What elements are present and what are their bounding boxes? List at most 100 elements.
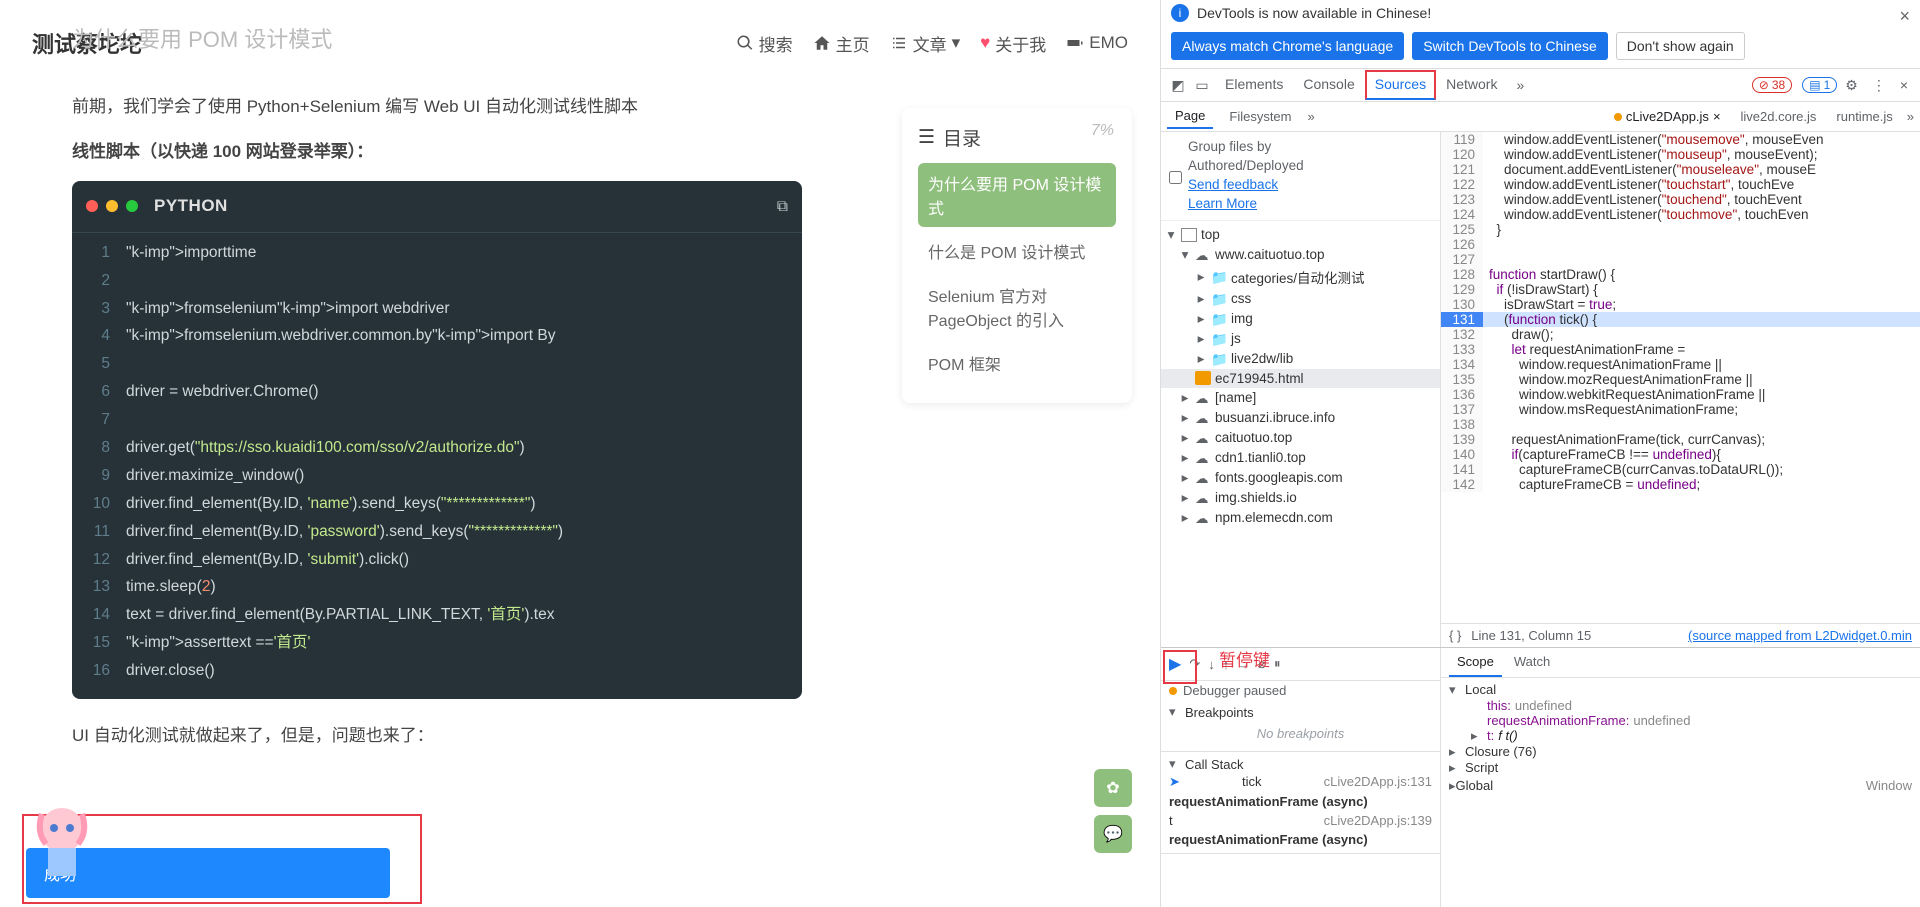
filetree-folder[interactable]: ▸img [1161, 309, 1440, 329]
filetree-cloud[interactable]: ▸busuanzi.ibruce.info [1161, 408, 1440, 428]
inspect-icon[interactable]: ◩ [1167, 77, 1189, 94]
source-line[interactable]: 141 captureFrameCB(currCanvas.toDataURL(… [1441, 462, 1920, 477]
errors-badge[interactable]: ⊘ 38 [1752, 77, 1792, 93]
tab-scope[interactable]: Scope [1449, 648, 1502, 677]
open-file-tab[interactable]: cLive2DApp.js × [1608, 107, 1727, 126]
always-match-button[interactable]: Always match Chrome's language [1171, 32, 1404, 60]
filetree-file[interactable]: ec719945.html [1161, 369, 1440, 388]
subtab-overflow-icon[interactable]: » [1308, 109, 1315, 124]
toc-item[interactable]: Selenium 官方对 PageObject 的引入 [918, 275, 1116, 339]
filetree-cloud[interactable]: ▸cdn1.tianli0.top [1161, 448, 1440, 468]
devtools-tab-network[interactable]: Network [1436, 70, 1507, 100]
source-line[interactable]: 135 window.mozRequestAnimationFrame || [1441, 372, 1920, 387]
subtab-page[interactable]: Page [1167, 104, 1213, 129]
group-files-checkbox[interactable] [1169, 141, 1182, 214]
stack-frame[interactable]: tickcLive2DApp.js:131 [1169, 772, 1432, 792]
subtab-filesystem[interactable]: Filesystem [1221, 105, 1299, 128]
breakpoints-section[interactable]: ▾Breakpoints No breakpoints [1161, 700, 1440, 752]
tab-watch[interactable]: Watch [1506, 648, 1558, 677]
filetree-cloud[interactable]: ▸fonts.googleapis.com [1161, 468, 1440, 488]
scope-var[interactable]: ▸t: f t() [1471, 728, 1912, 744]
source-line[interactable]: 126 [1441, 237, 1920, 252]
filetree-folder[interactable]: ▸css [1161, 289, 1440, 309]
source-line[interactable]: 127 [1441, 252, 1920, 267]
source-line[interactable]: 134 window.requestAnimationFrame || [1441, 357, 1920, 372]
source-line[interactable]: 119 window.addEventListener("mousemove",… [1441, 132, 1920, 147]
callstack-list: tickcLive2DApp.js:131requestAnimationFra… [1169, 772, 1432, 849]
source-line[interactable]: 136 window.webkitRequestAnimationFrame |… [1441, 387, 1920, 402]
source-map-link[interactable]: (source mapped from L2Dwidget.0.min [1688, 628, 1912, 643]
scope-script[interactable]: ▸Script [1449, 760, 1912, 776]
scope-local-header[interactable]: ▾Local [1449, 682, 1912, 698]
source-line[interactable]: 125 } [1441, 222, 1920, 237]
source-line[interactable]: 139 requestAnimationFrame(tick, currCanv… [1441, 432, 1920, 447]
source-line[interactable]: 130 isDrawStart = true; [1441, 297, 1920, 312]
switch-chinese-button[interactable]: Switch DevTools to Chinese [1412, 32, 1608, 60]
devtools-tab-elements[interactable]: Elements [1215, 70, 1293, 100]
pause-on-exceptions-icon[interactable]: ⏸ [1274, 656, 1281, 672]
source-line[interactable]: 122 window.addEventListener("touchstart"… [1441, 177, 1920, 192]
scope-closure[interactable]: ▸Closure (76) [1449, 744, 1912, 760]
toc-item[interactable]: 为什么要用 POM 设计模式 [918, 163, 1116, 227]
kebab-icon[interactable]: ⋮ [1866, 77, 1892, 94]
filetree-cloud[interactable]: ▸img.shields.io [1161, 488, 1440, 508]
scope-tabs: Scope Watch [1441, 648, 1920, 678]
files-overflow-icon[interactable]: » [1907, 109, 1914, 124]
scope-var[interactable]: this: undefined [1471, 698, 1912, 713]
toc-item[interactable]: POM 框架 [918, 343, 1116, 383]
live2d-avatar-icon[interactable] [22, 800, 102, 880]
learn-more-link[interactable]: Learn More [1188, 196, 1257, 211]
infobar-close-icon[interactable]: × [1899, 6, 1910, 27]
source-line[interactable]: 132 draw(); [1441, 327, 1920, 342]
pretty-print-icon[interactable]: { } [1449, 628, 1461, 643]
source-code-view[interactable]: 119 window.addEventListener("mousemove",… [1441, 132, 1920, 623]
devtools-tab-sources[interactable]: Sources [1365, 70, 1436, 100]
step-into-icon[interactable]: ↓ [1208, 657, 1215, 672]
source-line[interactable]: 123 window.addEventListener("touchend", … [1441, 192, 1920, 207]
filetree-folder[interactable]: ▸live2dw/lib [1161, 349, 1440, 369]
device-icon[interactable]: ▭ [1191, 77, 1213, 94]
nav-about[interactable]: ♥关于我 [980, 31, 1046, 56]
scope-var[interactable]: requestAnimationFrame: undefined [1471, 713, 1912, 728]
source-line[interactable]: 120 window.addEventListener("mouseup", m… [1441, 147, 1920, 162]
source-line[interactable]: 140 if(captureFrameCB !== undefined){ [1441, 447, 1920, 462]
send-feedback-link[interactable]: Send feedback [1188, 177, 1278, 192]
nav-home[interactable]: 主页 [813, 31, 870, 56]
source-line[interactable]: 128function startDraw() { [1441, 267, 1920, 282]
filetree-folder[interactable]: ▸categories/自动化测试 [1161, 265, 1440, 289]
fab-settings[interactable]: ✿ [1094, 769, 1132, 807]
settings-icon[interactable]: ⚙ [1839, 77, 1864, 94]
nav-search[interactable]: 搜索 [736, 31, 793, 56]
source-line[interactable]: 138 [1441, 417, 1920, 432]
filetree-cloud[interactable]: ▸caituotuo.top [1161, 428, 1440, 448]
stack-frame[interactable]: requestAnimationFrame (async) [1169, 830, 1432, 849]
source-line[interactable]: 137 window.msRequestAnimationFrame; [1441, 402, 1920, 417]
source-line[interactable]: 133 let requestAnimationFrame = [1441, 342, 1920, 357]
open-file-tab[interactable]: live2d.core.js [1735, 107, 1823, 126]
issues-badge[interactable]: ▤ 1 [1802, 77, 1837, 93]
callstack-section[interactable]: ▾Call Stack tickcLive2DApp.js:131request… [1161, 752, 1440, 854]
nav-posts[interactable]: 文章 ▾ [890, 31, 961, 56]
stack-frame[interactable]: tcLive2DApp.js:139 [1169, 811, 1432, 830]
open-file-tab[interactable]: runtime.js [1830, 107, 1898, 126]
filetree-folder[interactable]: ▸js [1161, 329, 1440, 349]
toc-item[interactable]: 什么是 POM 设计模式 [918, 231, 1116, 271]
source-line[interactable]: 129 if (!isDrawStart) { [1441, 282, 1920, 297]
dont-show-button[interactable]: Don't show again [1616, 32, 1745, 60]
copy-icon[interactable]: ⧉ [777, 193, 788, 221]
source-line[interactable]: 131 (function tick() { [1441, 312, 1920, 327]
devtools-tab-console[interactable]: Console [1293, 70, 1364, 100]
stack-frame[interactable]: requestAnimationFrame (async) [1169, 792, 1432, 811]
source-line[interactable]: 142 captureFrameCB = undefined; [1441, 477, 1920, 492]
filetree-cloud[interactable]: ▸[name] [1161, 388, 1440, 408]
filetree-cloud[interactable]: ▸npm.elemecdn.com [1161, 508, 1440, 528]
filetree-cloud[interactable]: ▾www.caituotuo.top [1161, 245, 1440, 265]
tabs-overflow-icon[interactable]: » [1509, 77, 1531, 93]
fab-chat[interactable]: 💬 [1094, 815, 1132, 853]
close-devtools-icon[interactable]: × [1894, 77, 1914, 93]
source-line[interactable]: 124 window.addEventListener("touchmove",… [1441, 207, 1920, 222]
nav-emo[interactable]: EMO [1066, 33, 1128, 53]
filetree-frame[interactable]: ▾top [1161, 225, 1440, 245]
scope-global[interactable]: ▸GlobalWindow [1449, 776, 1912, 796]
source-line[interactable]: 121 document.addEventListener("mouseleav… [1441, 162, 1920, 177]
